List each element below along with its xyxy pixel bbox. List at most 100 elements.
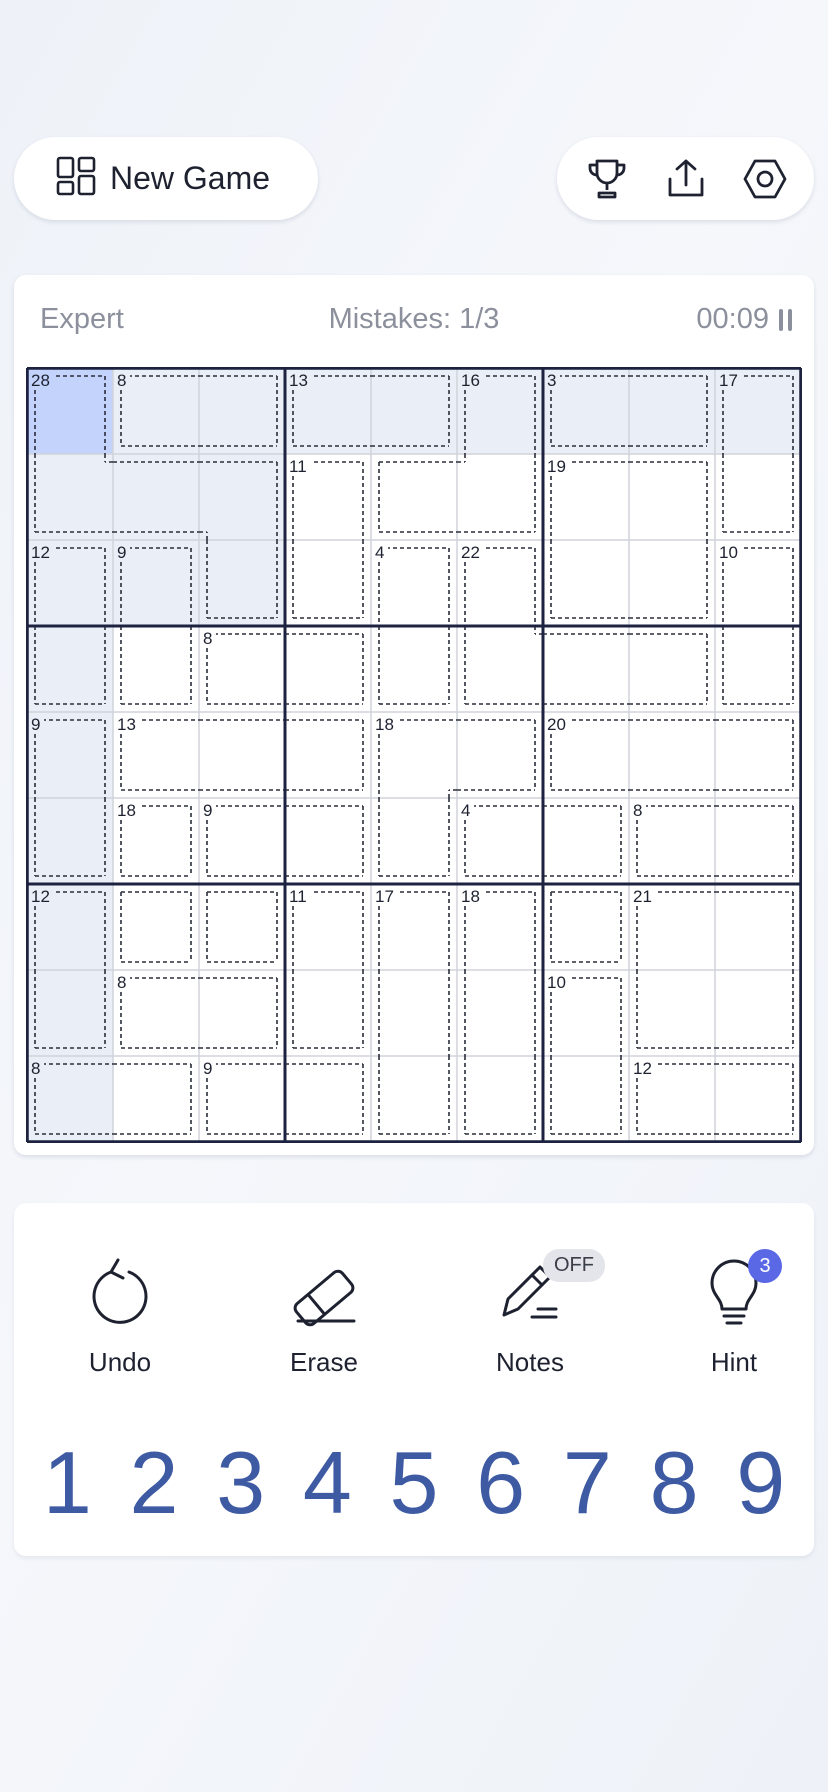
cage-sum: 8: [117, 973, 126, 992]
board-cell[interactable]: [629, 454, 715, 540]
board-card: Mistakes: 1/3 Expert 00:09 28 8 13 16 3 17 11 1…: [14, 275, 814, 1155]
board-cell[interactable]: [285, 798, 371, 884]
board-cell[interactable]: [27, 970, 113, 1056]
timer: 00:09: [696, 303, 792, 336]
share-button[interactable]: [656, 149, 716, 209]
board-cell[interactable]: [371, 970, 457, 1056]
board-cell[interactable]: [371, 454, 457, 540]
number-3-button[interactable]: 3: [197, 1433, 284, 1533]
share-icon: [668, 159, 703, 196]
number-6-button[interactable]: 6: [457, 1433, 544, 1533]
hint-label: Hint: [710, 1347, 758, 1377]
settings-icon: [743, 159, 786, 198]
number-1-button[interactable]: 1: [24, 1433, 111, 1533]
board-cell[interactable]: [715, 970, 801, 1056]
trophy-button[interactable]: [577, 149, 637, 209]
board-cell[interactable]: [457, 970, 543, 1056]
board-cell[interactable]: [199, 712, 285, 798]
pause-icon[interactable]: [779, 308, 792, 331]
number-2-button[interactable]: 2: [111, 1433, 198, 1533]
cage-sum: 17: [375, 887, 394, 906]
cage-sum: 4: [461, 801, 470, 820]
cage-sum: 22: [461, 543, 480, 562]
board-cell[interactable]: [457, 1056, 543, 1142]
board-cell[interactable]: [285, 626, 371, 712]
undo-label: Undo: [88, 1347, 152, 1377]
board-cell[interactable]: [543, 798, 629, 884]
board-cell[interactable]: [199, 454, 285, 540]
cage-sum: 3: [547, 371, 556, 390]
board-cell[interactable]: [371, 798, 457, 884]
cage-sum: 12: [31, 887, 50, 906]
controls-card: Undo Erase OFF Notes 3 Hint 1 2 3 4 5 6 …: [14, 1203, 814, 1556]
board-cell[interactable]: [285, 540, 371, 626]
hint-count-badge: 3: [748, 1249, 782, 1283]
board-cell[interactable]: [543, 540, 629, 626]
hint-button[interactable]: 3 Hint: [644, 1249, 824, 1378]
board-cell[interactable]: [371, 1056, 457, 1142]
cage-sum: 11: [289, 457, 307, 476]
cage-sum: 17: [719, 371, 738, 390]
eraser-icon: [293, 1269, 356, 1327]
cage-sum: 8: [633, 801, 642, 820]
board-cell[interactable]: [199, 368, 285, 454]
board-cell[interactable]: [199, 970, 285, 1056]
number-5-button[interactable]: 5: [371, 1433, 458, 1533]
cage-sum: 9: [31, 715, 40, 734]
board-cell[interactable]: [113, 1056, 199, 1142]
cage-sum: 18: [375, 715, 394, 734]
board-cell[interactable]: [27, 798, 113, 884]
board-cell[interactable]: [715, 712, 801, 798]
notes-toggle-badge[interactable]: OFF: [543, 1249, 605, 1282]
board-cell[interactable]: [457, 712, 543, 798]
cage-sum: 19: [547, 457, 566, 476]
board-cell[interactable]: [715, 798, 801, 884]
number-7-button[interactable]: 7: [544, 1433, 631, 1533]
board-cell[interactable]: [113, 454, 199, 540]
board-cell[interactable]: [629, 626, 715, 712]
notes-button[interactable]: OFF Notes: [440, 1249, 620, 1378]
erase-button[interactable]: Erase: [234, 1253, 414, 1378]
cage-sum: 18: [461, 887, 480, 906]
board-cell[interactable]: [629, 368, 715, 454]
board-cell[interactable]: [629, 970, 715, 1056]
sudoku-board[interactable]: 28 8 13 16 3 17 11 19 12 9 4 22 10 8 9 13 18 20 18 9 4 8 12 11 1…: [26, 367, 802, 1143]
board-cell[interactable]: [285, 1056, 371, 1142]
board-cell[interactable]: [715, 884, 801, 970]
cage-sum: 8: [117, 371, 126, 390]
new-game-button[interactable]: New Game: [14, 137, 318, 220]
board-cell[interactable]: [27, 454, 113, 540]
board-cell[interactable]: [457, 626, 543, 712]
board-cell[interactable]: [715, 1056, 801, 1142]
grid-icon: [56, 156, 96, 201]
number-9-button[interactable]: 9: [717, 1433, 804, 1533]
board-cell[interactable]: [371, 626, 457, 712]
board-cell[interactable]: [113, 884, 199, 970]
board-cell[interactable]: [543, 1056, 629, 1142]
cage-sum: 16: [461, 371, 480, 390]
undo-button[interactable]: Undo: [30, 1253, 210, 1378]
cage-sum: 10: [547, 973, 566, 992]
board-cell[interactable]: [715, 626, 801, 712]
board-cell[interactable]: [543, 884, 629, 970]
cage-sum: 11: [289, 887, 307, 906]
board-cell[interactable]: [285, 712, 371, 798]
cage-sum: 21: [633, 887, 652, 906]
board-cell[interactable]: [543, 626, 629, 712]
board-cell[interactable]: [629, 712, 715, 798]
board-cell[interactable]: [285, 970, 371, 1056]
timer-text: 00:09: [696, 303, 769, 335]
board-cell[interactable]: [457, 454, 543, 540]
number-4-button[interactable]: 4: [284, 1433, 371, 1533]
settings-button[interactable]: [735, 149, 795, 209]
board-cell[interactable]: [371, 368, 457, 454]
mistakes-counter: Mistakes: 1/3: [328, 303, 500, 335]
undo-icon: [92, 1258, 148, 1324]
board-cell[interactable]: [629, 540, 715, 626]
board-cell[interactable]: [199, 540, 285, 626]
board-cell[interactable]: [199, 884, 285, 970]
board-cell[interactable]: [715, 454, 801, 540]
number-8-button[interactable]: 8: [631, 1433, 718, 1533]
board-cell[interactable]: [113, 626, 199, 712]
board-cell[interactable]: [27, 626, 113, 712]
